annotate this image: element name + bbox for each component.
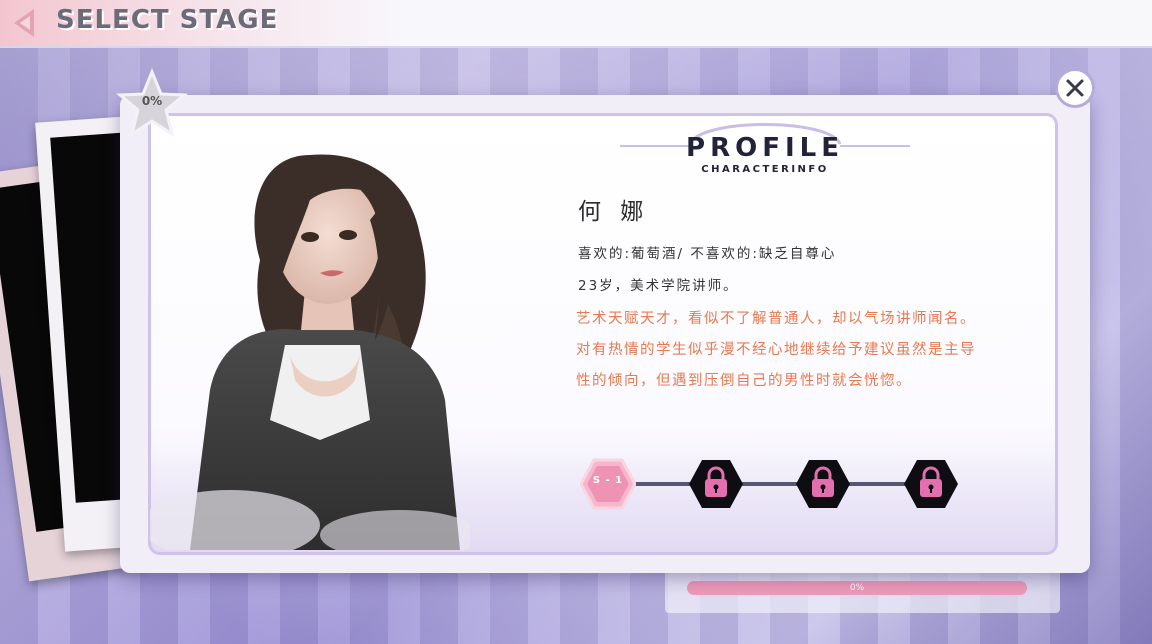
stage-node-3-locked[interactable] (795, 458, 851, 510)
character-description: 艺术天赋天才，看似不了解普通人，却以气场讲师闻名。对有热情的学生似乎漫不经心地继… (576, 311, 976, 389)
character-name: 何 娜 (578, 199, 650, 225)
stage-node-2-locked[interactable] (688, 458, 744, 510)
back-button[interactable] (0, 0, 50, 46)
top-bar: SELECT STAGE (0, 0, 1152, 48)
completion-badge: 0% (116, 68, 188, 140)
character-portrait (150, 154, 470, 550)
close-icon (1066, 79, 1084, 97)
close-button[interactable] (1055, 68, 1095, 108)
profile-title: PROFILE (686, 133, 844, 163)
lock-icon (689, 460, 743, 508)
profile-header: PROFILE CHARACTERINFO (620, 100, 910, 180)
stage-path-line (605, 482, 935, 486)
profile-subtitle: CHARACTERINFO (701, 164, 829, 175)
lock-icon (904, 460, 958, 508)
completion-percent: 0% (141, 94, 163, 108)
back-arrow-icon (14, 9, 34, 37)
character-likes: 喜欢的:葡萄酒/ 不喜欢的:缺乏自尊心 (578, 246, 837, 262)
stage-node-4-locked[interactable] (903, 458, 959, 510)
character-age: 23岁，美术学院讲师。 (578, 278, 739, 294)
background-progress-label: 0% (849, 583, 865, 593)
screen-title: SELECT STAGE (56, 5, 279, 35)
stage-node-1[interactable]: S - 1 (580, 458, 636, 510)
background-progress-bar: 0% (687, 581, 1027, 595)
stage-label: S - 1 (592, 475, 624, 486)
lock-icon (796, 460, 850, 508)
